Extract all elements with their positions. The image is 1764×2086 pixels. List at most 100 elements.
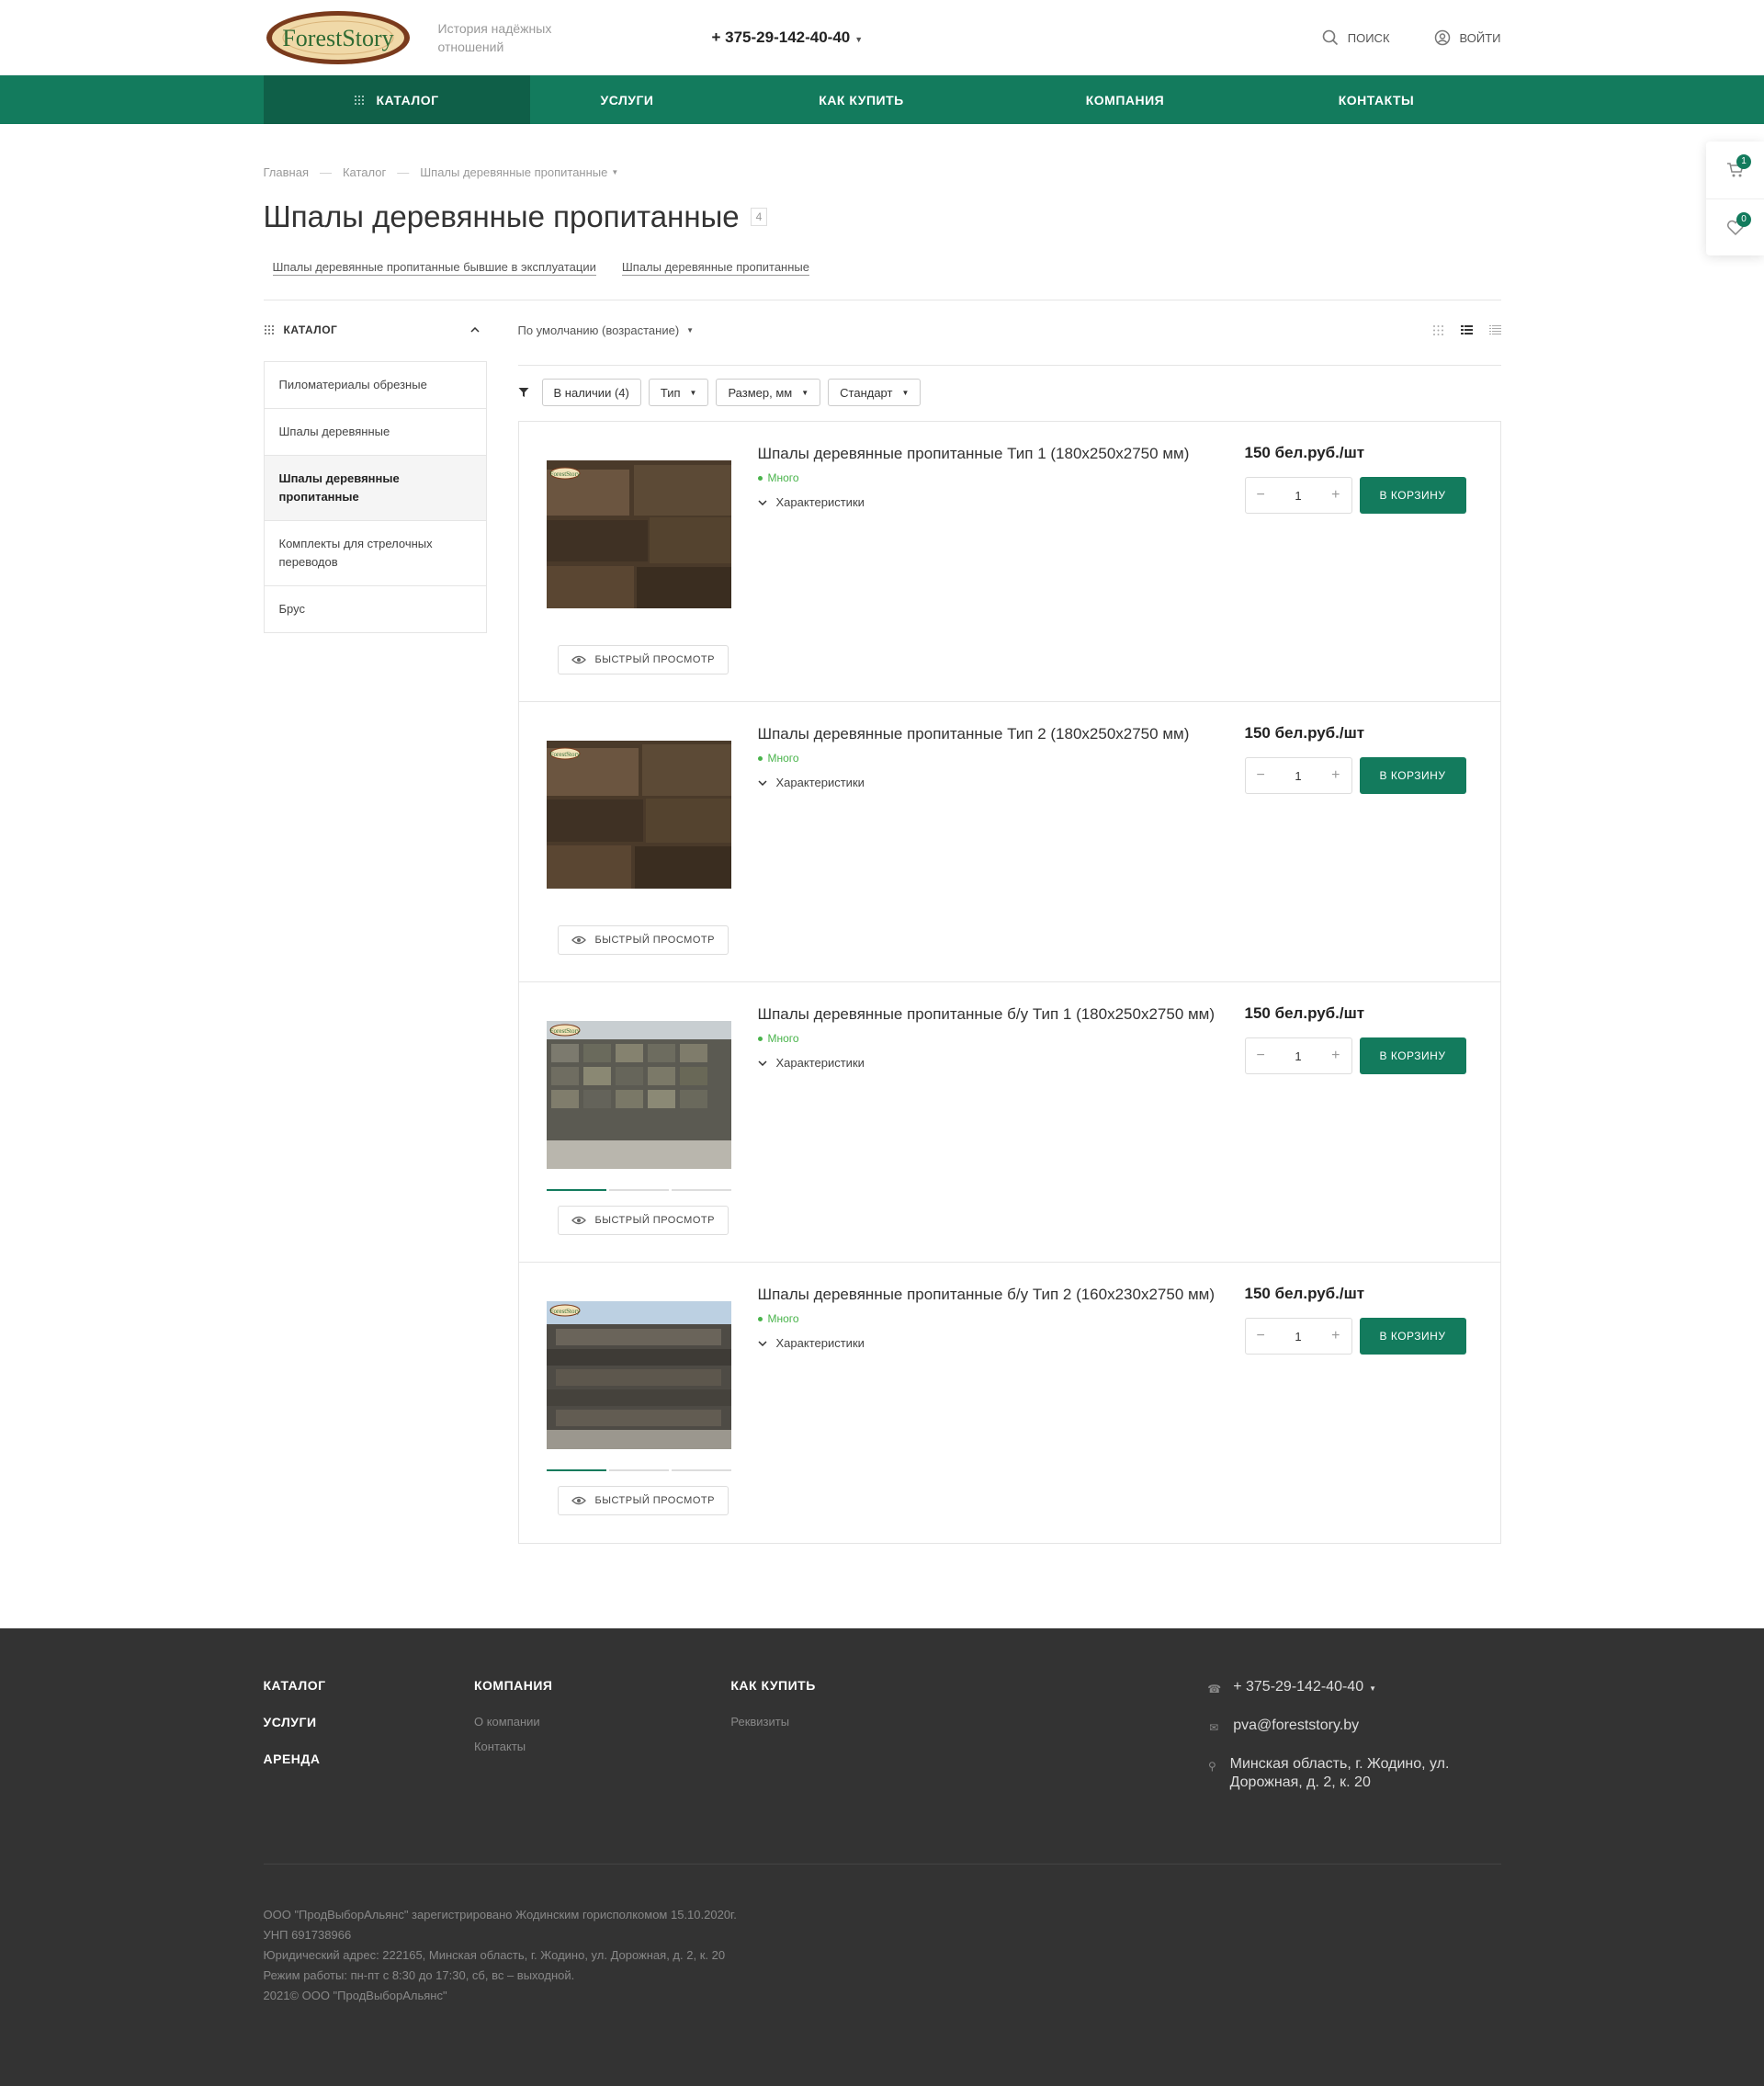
- sidebar-item-impregnated-sleepers[interactable]: Шпалы деревянные пропитанные: [264, 456, 486, 521]
- quick-view-button[interactable]: Быстрый просмотр: [557, 1206, 729, 1235]
- sidebar-item-switch-kits[interactable]: Комплекты для стрелочных переводов: [264, 521, 486, 586]
- minus-icon[interactable]: −: [1257, 1328, 1265, 1344]
- quick-view-label[interactable]: Быстрый просмотр: [595, 654, 715, 665]
- plus-icon[interactable]: +: [1331, 767, 1340, 784]
- view-grid-icon[interactable]: [1432, 324, 1444, 336]
- product-image[interactable]: ForestStory: [546, 1021, 731, 1169]
- minus-icon[interactable]: −: [1257, 487, 1265, 504]
- quantity-value[interactable]: 1: [1295, 769, 1301, 783]
- product-name[interactable]: Шпалы деревянные пропитанные б/у Тип 2 (…: [758, 1283, 1217, 1307]
- cart-button[interactable]: 1: [1706, 142, 1764, 198]
- chevron-down-icon[interactable]: [757, 1060, 767, 1066]
- chevron-down-icon[interactable]: ▼: [1369, 1684, 1376, 1693]
- search-button[interactable]: Поиск: [1322, 29, 1390, 46]
- view-table-icon[interactable]: [1488, 324, 1501, 335]
- filter-size[interactable]: Размер, мм ▼: [716, 379, 821, 406]
- filter-label[interactable]: В наличии (4): [554, 386, 629, 400]
- characteristics-label[interactable]: Характеристики: [776, 495, 865, 509]
- chevron-up-icon[interactable]: [469, 327, 480, 333]
- quick-view-button[interactable]: Быстрый просмотр: [557, 925, 729, 955]
- filter-in-stock[interactable]: В наличии (4): [541, 379, 641, 406]
- minus-icon[interactable]: −: [1257, 767, 1265, 784]
- characteristics-label[interactable]: Характеристики: [776, 1056, 865, 1070]
- quantity-value[interactable]: 1: [1295, 1049, 1301, 1063]
- breadcrumb-item[interactable]: Главная: [264, 165, 309, 179]
- quantity-stepper[interactable]: − 1 +: [1244, 1318, 1352, 1355]
- chevron-down-icon[interactable]: ▼: [611, 168, 618, 176]
- filter-type[interactable]: Тип ▼: [648, 379, 709, 406]
- favorites-button[interactable]: 0: [1706, 198, 1764, 255]
- subsection-link[interactable]: Шпалы деревянные пропитанные бывшие в эк…: [272, 260, 596, 276]
- filter-icon[interactable]: [518, 387, 529, 398]
- breadcrumb-item[interactable]: Каталог: [343, 165, 386, 179]
- sidebar-item-wooden-sleepers[interactable]: Шпалы деревянные: [264, 409, 486, 456]
- nav-label[interactable]: Контакты: [1339, 93, 1414, 108]
- plus-icon[interactable]: +: [1331, 487, 1340, 504]
- nav-label[interactable]: Как купить: [819, 93, 903, 108]
- sidebar-item-beams[interactable]: Брус: [265, 586, 486, 632]
- footer-email-address[interactable]: pva@foreststory.by: [1233, 1717, 1359, 1737]
- footer-heading-how-to-buy[interactable]: Как купить: [730, 1678, 1207, 1693]
- footer-link-catalog[interactable]: Каталог: [264, 1678, 474, 1693]
- sidebar-title[interactable]: Каталог: [284, 323, 338, 336]
- sort-select[interactable]: По умолчанию (возрастание): [518, 323, 680, 337]
- footer-link-services[interactable]: Услуги: [264, 1715, 474, 1729]
- chevron-down-icon[interactable]: ▼: [854, 35, 863, 44]
- filter-label[interactable]: Тип: [661, 386, 681, 400]
- filter-standard[interactable]: Стандарт ▼: [828, 379, 922, 406]
- header-phone[interactable]: + 375-29-142-40-40 ▼: [712, 28, 864, 47]
- quantity-value[interactable]: 1: [1295, 489, 1301, 503]
- nav-item-contacts[interactable]: Контакты: [1252, 75, 1501, 124]
- footer-heading-company[interactable]: Компания: [474, 1678, 730, 1693]
- image-slider-indicator[interactable]: [546, 1469, 731, 1471]
- product-image[interactable]: ForestStory: [546, 460, 731, 608]
- quantity-stepper[interactable]: − 1 +: [1244, 757, 1352, 794]
- chevron-down-icon[interactable]: ▼: [686, 326, 694, 334]
- image-slider-indicator[interactable]: [546, 1189, 731, 1191]
- characteristics-toggle[interactable]: Характеристики: [757, 776, 1245, 789]
- login-label[interactable]: Войти: [1460, 31, 1501, 45]
- chevron-down-icon[interactable]: [757, 499, 767, 505]
- chevron-down-icon[interactable]: ▼: [901, 389, 909, 397]
- minus-icon[interactable]: −: [1257, 1048, 1265, 1064]
- plus-icon[interactable]: +: [1331, 1328, 1340, 1344]
- breadcrumb-item-current[interactable]: Шпалы деревянные пропитанные: [420, 165, 607, 179]
- nav-item-how-to-buy[interactable]: Как купить: [725, 75, 999, 124]
- search-label[interactable]: Поиск: [1348, 31, 1390, 45]
- quantity-value[interactable]: 1: [1295, 1330, 1301, 1343]
- filter-label[interactable]: Размер, мм: [728, 386, 792, 400]
- product-name[interactable]: Шпалы деревянные пропитанные Тип 2 (180х…: [758, 722, 1217, 746]
- quantity-stepper[interactable]: − 1 +: [1244, 477, 1352, 514]
- login-button[interactable]: Войти: [1434, 29, 1501, 46]
- filter-label[interactable]: Стандарт: [840, 386, 892, 400]
- add-to-cart-button[interactable]: В корзину: [1359, 1318, 1466, 1355]
- plus-icon[interactable]: +: [1331, 1048, 1340, 1064]
- quantity-stepper[interactable]: − 1 +: [1244, 1037, 1352, 1074]
- quick-view-button[interactable]: Быстрый просмотр: [557, 1486, 729, 1515]
- characteristics-label[interactable]: Характеристики: [776, 1336, 865, 1350]
- footer-link-rent[interactable]: Аренда: [264, 1752, 474, 1766]
- footer-phone-number[interactable]: + 375-29-142-40-40: [1233, 1679, 1363, 1695]
- quick-view-label[interactable]: Быстрый просмотр: [595, 935, 715, 946]
- footer-email[interactable]: ✉ pva@foreststory.by: [1207, 1717, 1500, 1737]
- sidebar-header[interactable]: Каталог: [264, 317, 487, 343]
- characteristics-toggle[interactable]: Характеристики: [757, 495, 1245, 509]
- footer-link-requisites[interactable]: Реквизиты: [730, 1715, 1207, 1729]
- characteristics-toggle[interactable]: Характеристики: [757, 1336, 1245, 1350]
- nav-label[interactable]: Компания: [1086, 93, 1165, 108]
- product-name[interactable]: Шпалы деревянные пропитанные б/у Тип 1 (…: [758, 1003, 1217, 1026]
- subsection-link[interactable]: Шпалы деревянные пропитанные: [621, 260, 809, 276]
- chevron-down-icon[interactable]: ▼: [801, 389, 808, 397]
- quick-view-button[interactable]: Быстрый просмотр: [557, 645, 729, 675]
- footer-phone[interactable]: ☎ + 375-29-142-40-40 ▼: [1207, 1678, 1500, 1698]
- header-phone-number[interactable]: + 375-29-142-40-40: [712, 28, 851, 46]
- product-image[interactable]: ForestStory: [546, 741, 731, 889]
- sidebar-item-sawn-timber[interactable]: Пиломатериалы обрезные: [264, 362, 486, 409]
- nav-item-services[interactable]: Услуги: [530, 75, 725, 124]
- product-image[interactable]: ForestStory: [546, 1301, 731, 1449]
- view-list-icon[interactable]: [1460, 324, 1473, 335]
- nav-item-catalog[interactable]: Каталог: [263, 75, 530, 124]
- nav-item-company[interactable]: Компания: [999, 75, 1252, 124]
- chevron-down-icon[interactable]: [757, 1340, 767, 1346]
- footer-link-about[interactable]: О компании: [474, 1715, 730, 1729]
